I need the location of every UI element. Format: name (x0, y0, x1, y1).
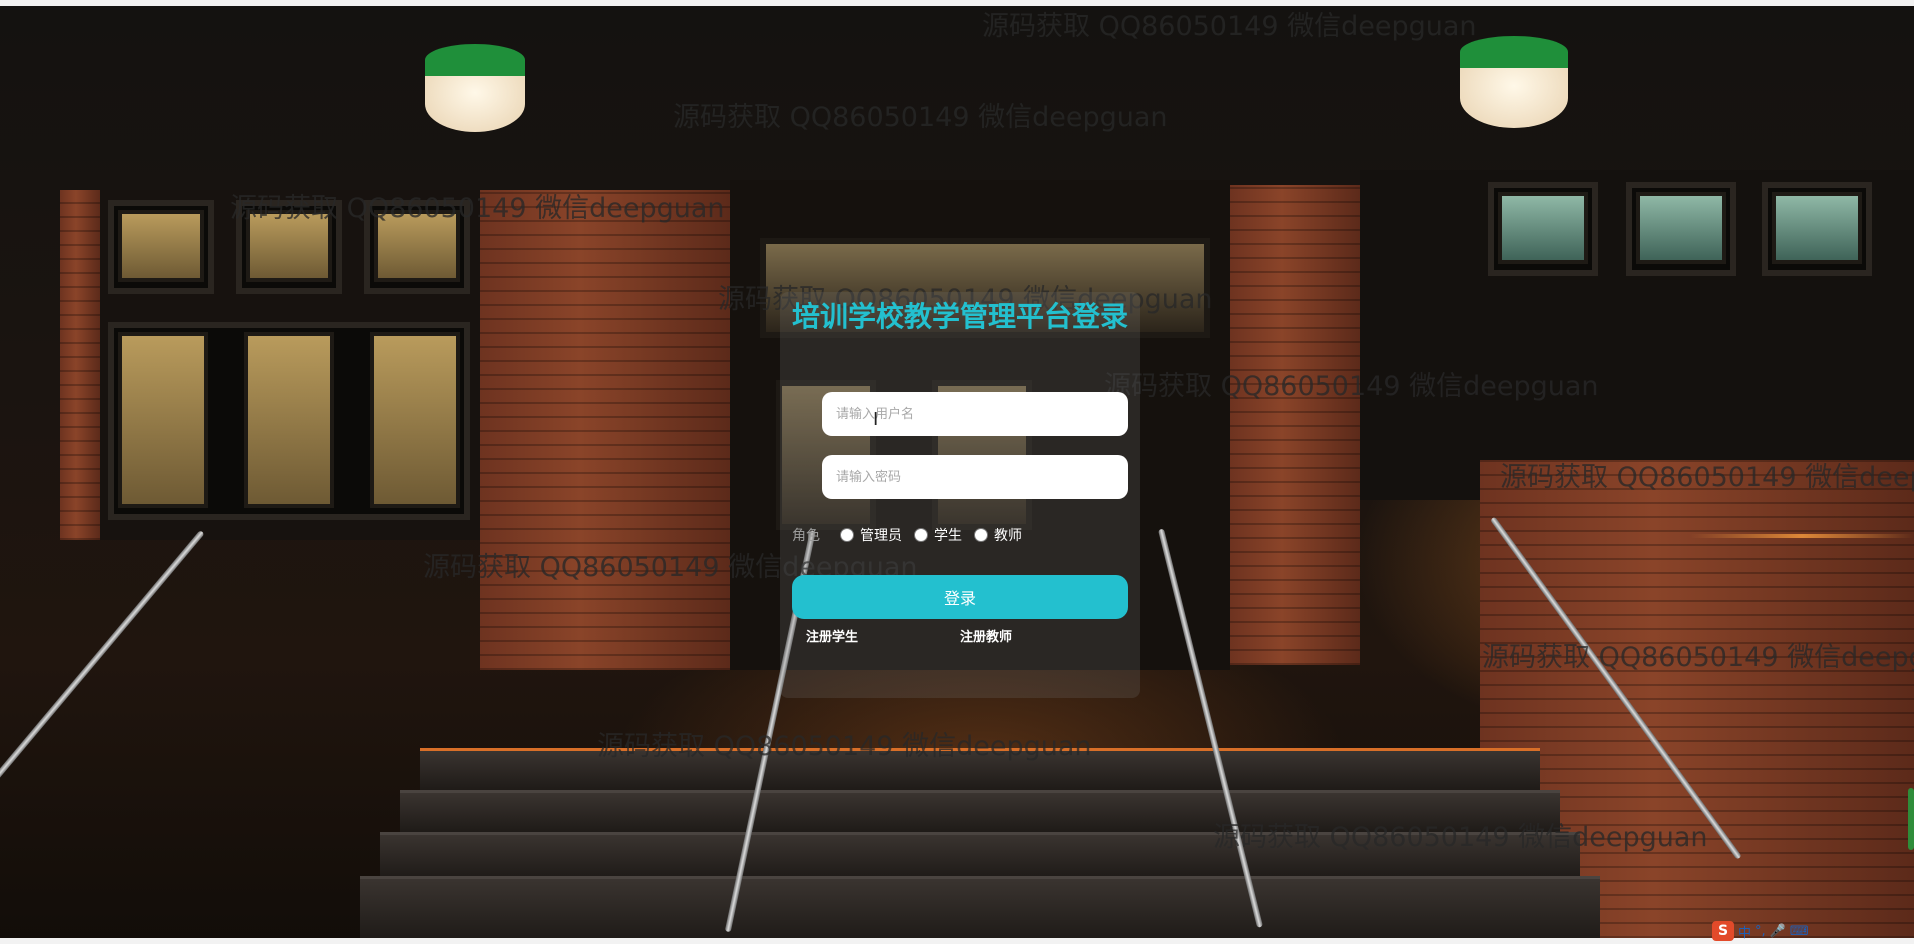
lamp-left-bulb (425, 76, 525, 132)
mic-icon[interactable]: 🎤 (1770, 924, 1786, 939)
keyboard-icon[interactable]: ⌨ (1790, 924, 1809, 939)
center-left-brick (480, 190, 730, 670)
right-window-2 (1626, 182, 1736, 276)
password-input[interactable] (822, 455, 1128, 499)
sogou-ime-icon[interactable]: S (1712, 921, 1734, 941)
stair-step-2 (400, 790, 1560, 833)
lamp-left-shade (425, 44, 525, 76)
stair-step-3 (380, 832, 1580, 879)
left-brick-wall (60, 190, 100, 540)
radio-student[interactable] (914, 528, 928, 542)
right-window-3 (1762, 182, 1872, 276)
lamp-right-bulb (1460, 68, 1568, 128)
rail-left (0, 530, 205, 856)
text-cursor-icon: I (873, 409, 879, 430)
stair-step-4 (360, 876, 1600, 941)
register-teacher-link[interactable]: 注册教师 (960, 626, 1012, 645)
role-teacher-label: 教师 (994, 528, 1022, 544)
username-input[interactable] (822, 392, 1128, 436)
left-upper-window-2 (236, 200, 342, 294)
left-lower-window (108, 322, 470, 520)
role-admin-label: 管理员 (860, 528, 902, 544)
radio-admin[interactable] (840, 528, 854, 542)
stair-light-strip (1690, 534, 1914, 538)
left-upper-window-3 (364, 200, 470, 294)
right-window-1 (1488, 182, 1598, 276)
radio-teacher[interactable] (974, 528, 988, 542)
ime-language-toggle[interactable]: 中 (1738, 922, 1751, 941)
left-upper-window-1 (108, 200, 214, 294)
role-label: 角色 (792, 528, 820, 544)
ime-toolbar: S 中 °, 🎤 ⌨ (1712, 920, 1809, 942)
role-selector: 角色 管理员 学生 教师 (792, 524, 1028, 546)
role-student-label: 学生 (934, 528, 962, 544)
bottom-edge (0, 938, 1914, 944)
side-panel-handle[interactable] (1908, 788, 1914, 850)
login-title: 培训学校教学管理平台登录 (791, 300, 1128, 333)
stair-step-1 (420, 748, 1540, 791)
login-button[interactable]: 登录 (792, 575, 1128, 619)
register-student-link[interactable]: 注册学生 (806, 626, 858, 645)
lamp-right-shade (1460, 36, 1568, 68)
top-edge (0, 0, 1914, 6)
center-right-brick (1230, 185, 1360, 665)
ime-punctuation-toggle[interactable]: °, (1755, 924, 1766, 939)
